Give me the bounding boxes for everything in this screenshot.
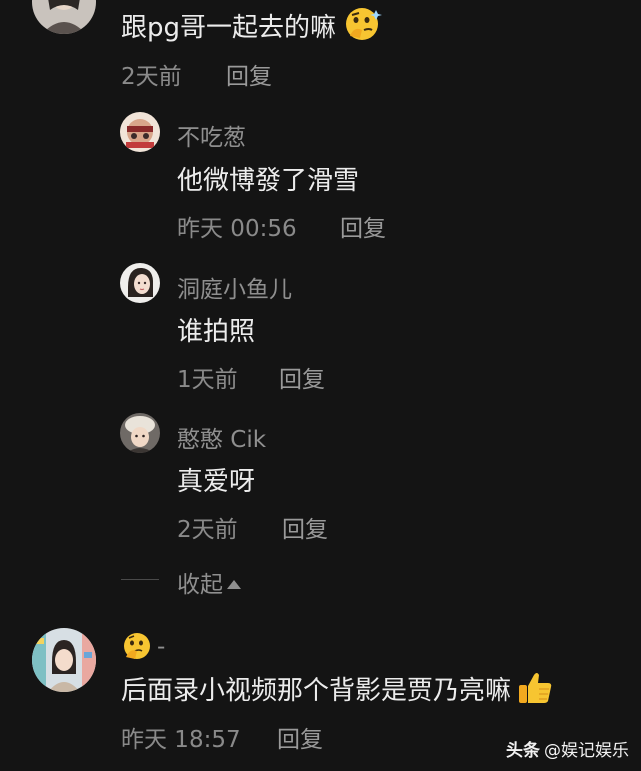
collapse-divider (121, 579, 159, 580)
comment-timestamp: 昨天 00:56 (177, 216, 297, 242)
watermark-handle: @娱记娱乐 (544, 741, 629, 761)
watermark: 头条 @娱记娱乐 (506, 736, 629, 761)
comment-timestamp: 昨天 18:57 (121, 727, 241, 753)
commenter-avatar[interactable] (32, 628, 96, 692)
commenter-name[interactable]: 不吃葱 (177, 118, 246, 152)
comment-timestamp: 2天前 (177, 517, 238, 543)
commenter-name[interactable]: - (121, 631, 165, 667)
collapse-replies-button[interactable]: 收起 (177, 565, 241, 599)
thinking-face-emoji (342, 6, 383, 49)
commenter-name[interactable]: 洞庭小鱼儿 (177, 270, 292, 304)
commenter-avatar[interactable] (120, 413, 160, 453)
thinking-face-emoji (121, 631, 153, 667)
thumbs-up-emoji (517, 671, 553, 712)
comment-timestamp: 1天前 (177, 367, 238, 393)
commenter-name[interactable]: 憨憨 Cik (177, 420, 266, 454)
collapse-label: 收起 (177, 572, 223, 598)
watermark-brand: 头条 (506, 741, 540, 761)
reply-button[interactable]: 回复 (277, 720, 323, 754)
reply-button[interactable]: 回复 (226, 57, 272, 91)
reply-button[interactable]: 回复 (282, 510, 328, 544)
commenter-avatar[interactable] (32, 0, 96, 34)
caret-up-icon (227, 580, 241, 589)
commenter-avatar[interactable] (120, 263, 160, 303)
comment-text: 他微博發了滑雪 (177, 166, 360, 196)
comment-timestamp: 2天前 (121, 64, 182, 90)
comment-text: 谁拍照 (177, 317, 256, 347)
comment-text: 后面录小视频那个背影是贾乃亮嘛 (121, 670, 553, 712)
reply-button[interactable]: 回复 (279, 360, 325, 394)
comment-text: 跟pg哥一起去的嘛 (121, 6, 383, 49)
commenter-avatar[interactable] (120, 112, 160, 152)
reply-button[interactable]: 回复 (340, 209, 386, 243)
comment-text: 真爱呀 (177, 467, 256, 497)
